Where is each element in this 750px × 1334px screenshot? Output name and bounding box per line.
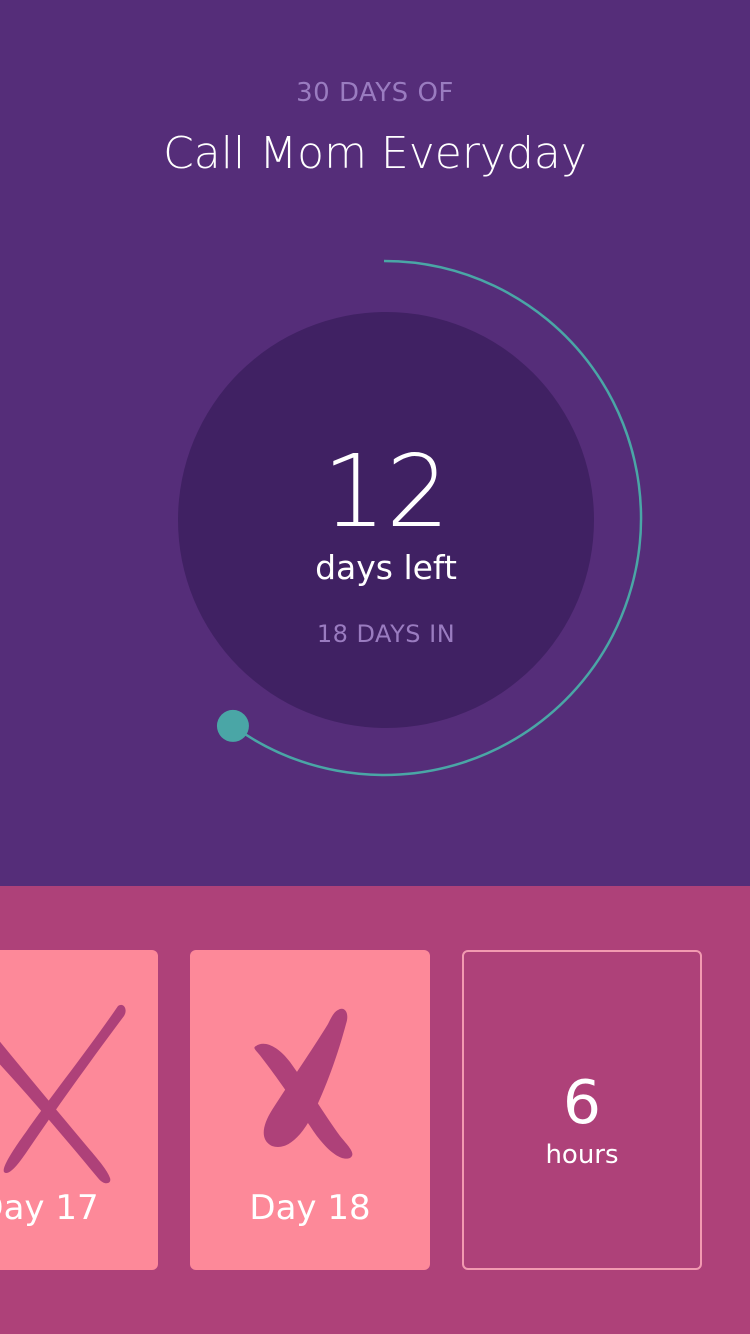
days-in-label: 18 DAYS IN [316,620,456,648]
day-card-17[interactable]: Day 17 [0,950,158,1270]
day-17-label: Day 17 [0,1188,99,1228]
hours-label: hours [545,1140,619,1170]
days-left-label: days left [315,548,457,587]
progress-handle[interactable] [216,709,249,742]
challenge-panel: 30 DAYS OF Call Mom Everyday 12 days lef… [0,0,750,886]
hours-value: 6 [562,1068,602,1138]
days-left-number: 12 [322,433,450,550]
screen: 30 DAYS OF Call Mom Everyday 12 days lef… [0,0,750,1334]
day-card-18[interactable]: Day 18 [190,950,430,1270]
current-hours-card[interactable]: 6 hours [462,950,702,1270]
day-18-label: Day 18 [249,1188,371,1228]
